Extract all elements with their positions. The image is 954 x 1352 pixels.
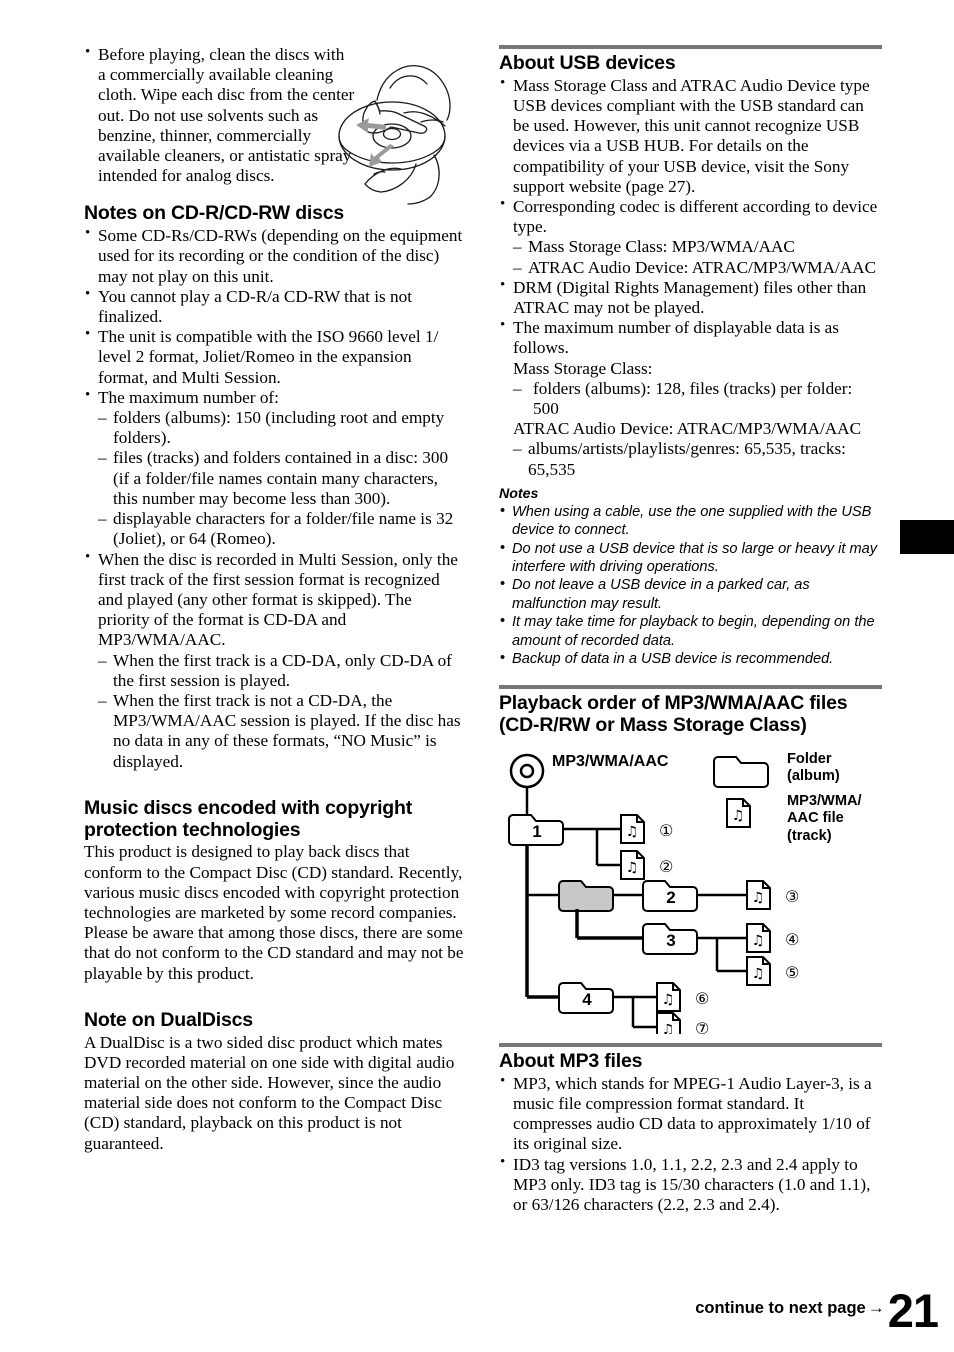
folder-node-highlighted — [558, 879, 614, 912]
list-item: MP3, which stands for MPEG-1 Audio Layer… — [499, 1073, 882, 1155]
heading-playback-order: Playback order of MP3/WMA/AAC files (CD-… — [499, 692, 848, 737]
list-item: When the first track is not a CD-DA, the… — [98, 691, 464, 772]
page-number: 21 — [887, 1284, 939, 1337]
music-file-icon: ♫ — [656, 1011, 681, 1034]
playback-order-diagram: 1 2 3 4 ♫ ♫ ♫ ♫ ♫ ♫ ♫ ① ② ③ ④ ⑤ ⑥ ⑦ ♫ MP… — [499, 749, 882, 1034]
wipe-direction-arrows — [356, 118, 394, 167]
right-column: About USB devices Mass Storage Class and… — [499, 45, 882, 1215]
page-edge-tab-marker — [900, 520, 954, 554]
list-item: When the first track is a CD-DA, only CD… — [98, 651, 464, 691]
list-item: ATRAC Audio Device: ATRAC/MP3/WMA/AAC — [513, 258, 882, 278]
max-number-sub-list: folders (albums): 150 (including root an… — [84, 408, 464, 549]
atrac-audio-device-label: ATRAC Audio Device: ATRAC/MP3/WMA/AAC — [513, 419, 862, 439]
multi-session-sub-list: When the first track is a CD-DA, only CD… — [84, 651, 464, 772]
usb-codec-sub-list: Mass Storage Class: MP3/WMA/AAC ATRAC Au… — [499, 237, 882, 278]
section-rule — [499, 45, 882, 49]
heading-note-dualdiscs: Note on DualDiscs — [84, 1008, 253, 1031]
list-item: Before playing, clean the discs with a c… — [84, 44, 356, 186]
notes-heading: Notes — [499, 485, 539, 502]
heading-about-mp3-files: About MP3 files — [499, 1049, 643, 1072]
list-item: Mass Storage Class and ATRAC Audio Devic… — [499, 75, 882, 197]
music-file-icon: ♫ — [746, 922, 771, 953]
svg-text:♫: ♫ — [732, 808, 745, 824]
section-rule — [499, 1042, 882, 1047]
svg-text:♫: ♫ — [752, 966, 765, 982]
list-item: Some CD-Rs/CD-RWs (depending on the equi… — [84, 225, 464, 287]
usb-drm-bullet-list: DRM (Digital Rights Management) files ot… — [499, 277, 882, 359]
svg-text:♫: ♫ — [662, 992, 675, 1008]
heading-about-usb-devices: About USB devices — [499, 52, 676, 74]
svg-text:♫: ♫ — [626, 824, 639, 840]
diagram-root-label: MP3/WMA/AAC — [552, 752, 669, 770]
page-footer: continue to next page →21 — [0, 1283, 939, 1338]
multi-session-bullet-list: When the disc is recorded in Multi Sessi… — [84, 548, 464, 651]
list-item: Do not use a USB device that is so large… — [499, 539, 882, 577]
list-item: The maximum number of: — [84, 387, 464, 408]
usb-bullet-list: Mass Storage Class and ATRAC Audio Devic… — [499, 75, 882, 238]
folder-label-1: 1 — [532, 822, 541, 841]
list-item: Corresponding codec is different accordi… — [499, 196, 882, 237]
music-file-icon: ♫ — [746, 955, 771, 986]
cd-r-bullet-list: Some CD-Rs/CD-RWs (depending on the equi… — [84, 225, 464, 408]
heading-copyright-protection: Music discs encoded with copyright prote… — [84, 796, 413, 841]
music-file-icon: ♫ — [620, 813, 645, 844]
manual-page: Before playing, clean the discs with a c… — [0, 0, 954, 1352]
disc-root-icon — [509, 753, 545, 789]
continue-label: continue to next page — [695, 1299, 866, 1317]
folder-label-2: 2 — [666, 888, 675, 907]
music-file-icon: ♫ — [656, 981, 681, 1012]
list-item: When the disc is recorded in Multi Sessi… — [84, 548, 464, 651]
playback-order-tree-svg: 1 2 3 4 ♫ ♫ ♫ ♫ ♫ ♫ ♫ ① ② ③ ④ ⑤ ⑥ ⑦ ♫ — [508, 753, 799, 1034]
list-item: ID3 tag versions 1.0, 1.1, 2.2, 2.3 and … — [499, 1154, 882, 1216]
list-item: Backup of data in a USB device is recomm… — [499, 649, 882, 668]
track-number: ② — [659, 857, 673, 876]
list-item: When using a cable, use the one supplied… — [499, 502, 882, 540]
mass-storage-sub-list: folders (albums): 128, files (tracks) pe… — [499, 379, 882, 419]
legend-folder-label: Folder (album) — [787, 750, 840, 785]
list-item: displayable characters for a folder/file… — [98, 509, 464, 549]
section-rule — [499, 685, 882, 690]
list-item: It may take time for playback to begin, … — [499, 612, 882, 650]
track-number: ⑥ — [695, 989, 709, 1008]
folder-icon — [713, 755, 769, 788]
list-item: The unit is compatible with the ISO 9660… — [84, 326, 464, 388]
folder-label-3: 3 — [666, 931, 675, 950]
usb-notes-list: When using a cable, use the one supplied… — [499, 502, 882, 668]
track-number: ① — [659, 821, 673, 840]
legend-file-label: MP3/WMA/ AAC file (track) — [787, 792, 862, 844]
svg-text:♫: ♫ — [752, 890, 765, 906]
list-item: folders (albums): 150 (including root an… — [98, 408, 464, 448]
atrac-sub-list: albums/artists/playlists/genres: 65,535,… — [499, 439, 882, 479]
mass-storage-class-label: Mass Storage Class: — [513, 358, 653, 378]
music-file-icon: ♫ — [620, 849, 645, 880]
list-item: Mass Storage Class: MP3/WMA/AAC — [513, 237, 882, 257]
track-number: ⑦ — [695, 1019, 709, 1034]
arrow-right-icon: → — [867, 1298, 885, 1317]
mp3-bullet-list: MP3, which stands for MPEG-1 Audio Layer… — [499, 1073, 882, 1216]
svg-text:♫: ♫ — [752, 933, 765, 949]
svg-text:♫: ♫ — [662, 1022, 675, 1034]
dualdisc-paragraph: A DualDisc is a two sided disc product w… — [84, 1032, 455, 1153]
list-item: You cannot play a CD-R/a CD-RW that is n… — [84, 286, 464, 327]
track-number: ④ — [785, 930, 799, 949]
list-item: DRM (Digital Rights Management) files ot… — [499, 277, 882, 318]
list-item: folders (albums): 128, files (tracks) pe… — [513, 379, 882, 419]
list-item: albums/artists/playlists/genres: 65,535,… — [513, 439, 882, 479]
list-item: Do not leave a USB device in a parked ca… — [499, 575, 882, 613]
disc-cleaning-illustration — [338, 65, 451, 205]
svg-text:♫: ♫ — [626, 860, 639, 876]
list-item: files (tracks) and folders contained in … — [98, 448, 464, 509]
folder-label-4: 4 — [582, 990, 592, 1009]
list-item: The maximum number of displayable data i… — [499, 317, 882, 358]
music-file-icon: ♫ — [726, 797, 751, 828]
track-number: ③ — [785, 887, 799, 906]
music-file-icon: ♫ — [746, 879, 771, 910]
track-number: ⑤ — [785, 963, 799, 982]
copyright-protection-paragraph: This product is designed to play back di… — [84, 842, 464, 983]
